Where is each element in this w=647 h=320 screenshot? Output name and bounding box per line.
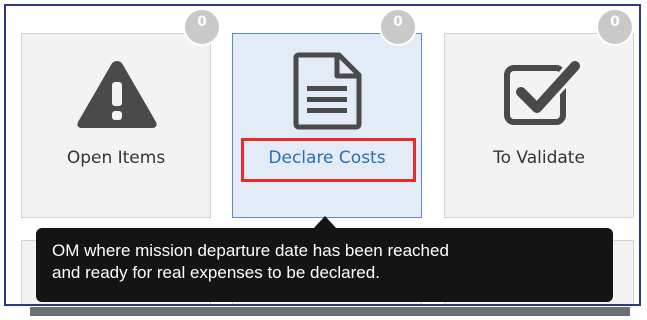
tile-label-to-validate: To Validate xyxy=(493,148,585,168)
warning-icon xyxy=(77,61,157,128)
tile-declare-costs[interactable]: Declare Costs xyxy=(232,33,422,218)
tile-label-open-items: Open Items xyxy=(66,148,166,168)
frame-shadow xyxy=(30,307,630,316)
tooltip-line-1: OM where mission departure date has been… xyxy=(52,241,449,260)
checkbox-icon xyxy=(504,58,583,125)
tile-open-items[interactable]: Open Items xyxy=(21,33,211,218)
badge-to-validate: 0 xyxy=(596,8,634,46)
badge-declare-costs: 0 xyxy=(379,8,417,46)
badge-open-items: 0 xyxy=(183,8,221,46)
tooltip: OM where mission departure date has been… xyxy=(36,228,613,302)
document-icon xyxy=(293,52,362,130)
tooltip-line-2: and ready for real expenses to be declar… xyxy=(52,263,380,282)
highlight-box xyxy=(241,138,416,182)
tile-to-validate[interactable]: To Validate xyxy=(444,33,634,218)
